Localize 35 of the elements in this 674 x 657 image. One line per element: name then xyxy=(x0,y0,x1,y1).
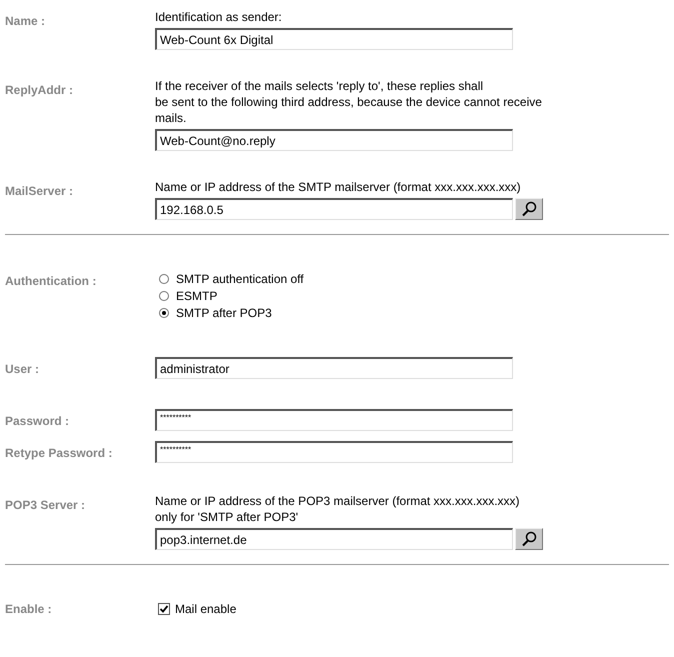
text-field[interactable]: ********** xyxy=(155,441,513,463)
description-text: Name or IP address of the SMTP mailserver (format xxx.xxx.xxx.xxx) xyxy=(155,179,522,195)
field-label: Name : xyxy=(5,14,46,28)
text-field[interactable]: pop3.internet.de xyxy=(155,528,513,550)
search-icon xyxy=(521,201,537,217)
checkbox[interactable] xyxy=(158,603,170,615)
text-field[interactable]: administrator xyxy=(155,357,513,379)
field-label: Enable : xyxy=(5,602,52,616)
search-button[interactable] xyxy=(515,528,543,550)
checkbox-label[interactable]: Mail enable xyxy=(175,600,236,618)
field-label: ReplyAddr : xyxy=(5,83,74,97)
description-text: Name or IP address of the POP3 mailserver (format xxx.xxx.xxx.xxx) xyxy=(155,493,521,509)
field-label: Authentication : xyxy=(5,274,96,288)
text-field[interactable]: ********** xyxy=(155,409,513,431)
search-icon xyxy=(521,531,537,547)
radio-label[interactable]: SMTP after POP3 xyxy=(176,304,272,322)
field-label: Password : xyxy=(5,414,70,428)
text-field[interactable]: 192.168.0.5 xyxy=(155,198,513,220)
description-text: only for 'SMTP after POP3' xyxy=(155,509,300,525)
field-label: MailServer : xyxy=(5,184,74,198)
text-field[interactable]: Web-Count 6x Digital xyxy=(155,28,513,50)
description-text: Identification as sender: xyxy=(155,9,283,25)
field-label: POP3 Server : xyxy=(5,498,86,512)
description-text: mails. xyxy=(155,110,188,126)
radio-label[interactable]: SMTP authentication off xyxy=(176,270,304,288)
text-field[interactable]: Web-Count@no.reply xyxy=(155,129,513,151)
field-label: User : xyxy=(5,362,40,376)
search-button[interactable] xyxy=(515,198,543,220)
description-text: If the receiver of the mails selects 'reply to', these replies shall xyxy=(155,78,484,94)
field-label: Retype Password : xyxy=(5,446,112,460)
description-text: be sent to the following third address, because the device cannot receive xyxy=(155,94,542,110)
radio-button[interactable] xyxy=(159,290,169,300)
radio-button[interactable] xyxy=(159,274,169,284)
radio-label[interactable]: ESMTP xyxy=(176,286,218,304)
radio-button[interactable] xyxy=(159,308,169,318)
